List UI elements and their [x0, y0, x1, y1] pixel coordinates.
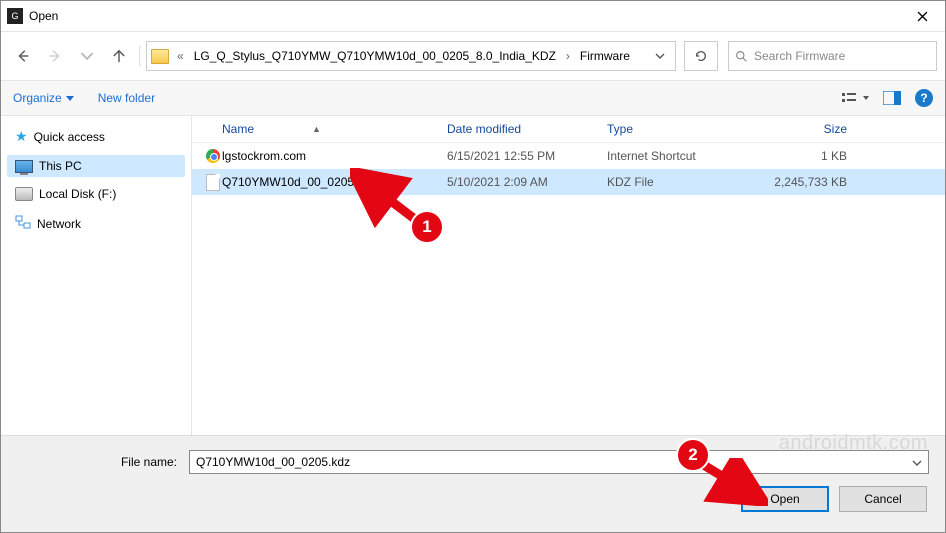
app-icon: G [7, 8, 23, 24]
forward-button[interactable] [41, 42, 69, 70]
file-icon [206, 174, 220, 191]
arrow-left-icon [16, 49, 30, 63]
toolbar: Organize New folder ? [1, 80, 945, 116]
footer: File name: Q710YMW10d_00_0205.kdz Open C… [1, 435, 945, 532]
up-button[interactable] [105, 42, 133, 70]
help-button[interactable]: ? [915, 89, 933, 107]
search-input[interactable]: Search Firmware [728, 41, 937, 71]
file-row[interactable]: lgstockrom.com 6/15/2021 12:55 PM Intern… [192, 143, 945, 169]
column-type[interactable]: Type [607, 122, 747, 136]
monitor-icon [15, 160, 33, 173]
annotation-badge-1: 1 [410, 210, 444, 244]
search-icon [735, 50, 748, 63]
search-placeholder: Search Firmware [754, 49, 845, 63]
star-icon: ★ [15, 128, 28, 145]
column-date[interactable]: Date modified [447, 122, 607, 136]
column-size[interactable]: Size [747, 122, 847, 136]
filename-input[interactable]: Q710YMW10d_00_0205.kdz [189, 450, 929, 474]
cancel-button[interactable]: Cancel [839, 486, 927, 512]
chevron-down-icon [863, 96, 869, 100]
breadcrumb-folder-2[interactable]: Firmware [576, 47, 634, 65]
chevron-down-icon [80, 49, 94, 63]
back-button[interactable] [9, 42, 37, 70]
nav-bar: « LG_Q_Stylus_Q710YMW_Q710YMW10d_00_0205… [1, 32, 945, 80]
close-button[interactable] [899, 1, 945, 31]
file-list: Name ▲ Date modified Type Size lgstockro… [192, 116, 945, 435]
refresh-button[interactable] [684, 41, 718, 71]
column-headers: Name ▲ Date modified Type Size [192, 116, 945, 143]
open-dialog: G Open « LG_Q_Stylus_Q710YMW_Q710YMW10d_… [0, 0, 946, 533]
chevron-right-icon: › [564, 49, 572, 63]
preview-pane-button[interactable] [883, 91, 901, 105]
chevron-down-icon [655, 53, 665, 59]
file-date: 5/10/2021 2:09 AM [447, 175, 607, 189]
breadcrumb-prefix: « [175, 49, 186, 63]
file-size: 1 KB [747, 149, 859, 163]
arrow-right-icon [48, 49, 62, 63]
file-size: 2,245,733 KB [747, 175, 859, 189]
address-bar[interactable]: « LG_Q_Stylus_Q710YMW_Q710YMW10d_00_0205… [146, 41, 676, 71]
title-bar: G Open [1, 1, 945, 32]
preview-icon [883, 91, 901, 105]
breadcrumb-folder-1[interactable]: LG_Q_Stylus_Q710YMW_Q710YMW10d_00_0205_8… [190, 47, 560, 65]
organize-menu[interactable]: Organize [13, 91, 74, 105]
annotation-arrow-2 [696, 458, 768, 506]
sidebar: ★ Quick access This PC Local Disk (F:) N… [1, 116, 192, 435]
sidebar-item-local-disk[interactable]: Local Disk (F:) [7, 183, 185, 205]
network-icon [15, 215, 31, 232]
refresh-icon [694, 49, 708, 63]
address-dropdown[interactable] [649, 43, 671, 69]
folder-icon [151, 49, 169, 64]
new-folder-button[interactable]: New folder [98, 91, 155, 105]
file-type: KDZ File [607, 175, 747, 189]
sidebar-item-quick-access[interactable]: ★ Quick access [7, 124, 185, 149]
window-title: Open [29, 9, 58, 23]
column-name[interactable]: Name ▲ [222, 122, 447, 136]
file-name: lgstockrom.com [222, 149, 447, 163]
file-type: Internet Shortcut [607, 149, 747, 163]
view-options[interactable] [842, 91, 869, 105]
internet-shortcut-icon [206, 149, 220, 163]
file-date: 6/15/2021 12:55 PM [447, 149, 607, 163]
sidebar-item-network[interactable]: Network [7, 211, 185, 236]
annotation-badge-2: 2 [676, 438, 710, 472]
filename-value: Q710YMW10d_00_0205.kdz [196, 455, 350, 469]
sort-indicator-icon: ▲ [312, 124, 321, 134]
filename-label: File name: [17, 455, 181, 469]
arrow-up-icon [112, 49, 126, 63]
file-row-selected[interactable]: Q710YMW10d_00_0205.kdz 5/10/2021 2:09 AM… [192, 169, 945, 195]
view-icon [842, 91, 860, 105]
body: ★ Quick access This PC Local Disk (F:) N… [1, 116, 945, 435]
disk-icon [15, 187, 33, 201]
recent-dropdown[interactable] [73, 42, 101, 70]
chevron-down-icon [66, 96, 74, 101]
chevron-down-icon[interactable] [912, 455, 922, 469]
sidebar-item-this-pc[interactable]: This PC [7, 155, 185, 177]
close-icon [917, 11, 928, 22]
